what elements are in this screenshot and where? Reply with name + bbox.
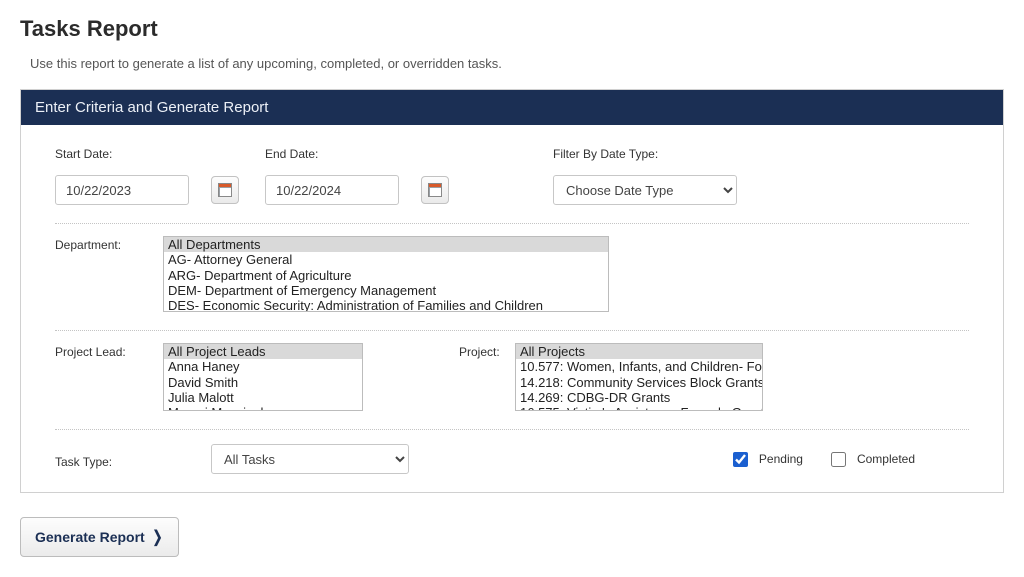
filter-date-type-label: Filter By Date Type: [553, 147, 753, 161]
chevron-right-icon: ❭ [151, 527, 164, 547]
pending-checkbox[interactable] [733, 452, 748, 467]
project-lead-listbox[interactable]: All Project Leads Anna Haney David Smith… [163, 343, 363, 411]
list-item[interactable]: DES- Economic Security: Administration o… [164, 298, 608, 312]
list-item[interactable]: DEM- Department of Emergency Management [164, 283, 608, 298]
list-item[interactable]: AG- Attorney General [164, 252, 608, 267]
task-type-select[interactable]: All Tasks [211, 444, 409, 474]
project-lead-label: Project Lead: [55, 343, 163, 359]
page-description: Use this report to generate a list of an… [30, 56, 1004, 71]
end-date-calendar-button[interactable] [421, 176, 449, 204]
end-date-input[interactable] [265, 175, 399, 205]
filter-date-type-select[interactable]: Choose Date Type [553, 175, 737, 205]
department-label: Department: [55, 236, 163, 252]
department-listbox[interactable]: All Departments AG- Attorney General ARG… [163, 236, 609, 312]
start-date-calendar-button[interactable] [211, 176, 239, 204]
start-date-input[interactable] [55, 175, 189, 205]
pending-checkbox-wrap[interactable]: Pending [729, 449, 803, 470]
completed-label: Completed [857, 452, 915, 466]
generate-report-button[interactable]: Generate Report ❭ [20, 517, 179, 557]
task-type-label: Task Type: [55, 449, 163, 469]
project-listbox[interactable]: All Projects 10.577: Women, Infants, and… [515, 343, 763, 411]
list-item[interactable]: Julia Malott [164, 390, 362, 405]
list-item[interactable]: 14.218: Community Services Block Grants [516, 375, 762, 390]
list-item[interactable]: All Project Leads [164, 344, 362, 359]
list-item[interactable]: Anna Haney [164, 359, 362, 374]
calendar-icon [428, 183, 442, 197]
list-item[interactable]: All Departments [164, 237, 608, 252]
list-item[interactable]: ARG- Department of Agriculture [164, 268, 608, 283]
end-date-label: End Date: [265, 147, 473, 161]
list-item[interactable]: 14.269: CDBG-DR Grants [516, 390, 762, 405]
panel-header: Enter Criteria and Generate Report [21, 90, 1003, 125]
generate-report-label: Generate Report [35, 529, 145, 545]
page-title: Tasks Report [20, 16, 1004, 42]
criteria-panel: Enter Criteria and Generate Report Start… [20, 89, 1004, 493]
list-item[interactable]: David Smith [164, 375, 362, 390]
calendar-icon [218, 183, 232, 197]
list-item[interactable]: Merani Mensingh [164, 405, 362, 411]
start-date-label: Start Date: [55, 147, 263, 161]
list-item[interactable]: 16.575: Victim's Assistance Formula Gran… [516, 405, 762, 411]
list-item[interactable]: All Projects [516, 344, 762, 359]
pending-label: Pending [759, 452, 803, 466]
completed-checkbox-wrap[interactable]: Completed [827, 449, 915, 470]
project-label: Project: [459, 343, 515, 359]
completed-checkbox[interactable] [831, 452, 846, 467]
list-item[interactable]: 10.577: Women, Infants, and Children- Fo… [516, 359, 762, 374]
